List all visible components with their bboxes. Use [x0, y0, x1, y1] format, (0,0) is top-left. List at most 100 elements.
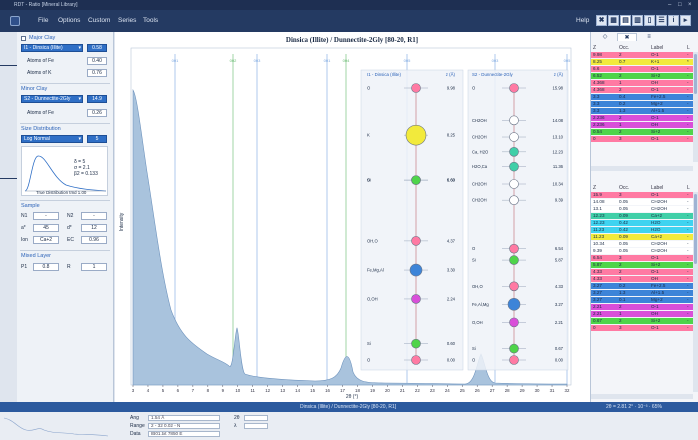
range-field[interactable]: 2 - 32 0.02 - N — [148, 423, 220, 429]
cell-z[interactable]: 0.67 — [593, 318, 602, 324]
scroll-thumb[interactable] — [694, 194, 697, 264]
atom-marker[interactable] — [411, 83, 421, 93]
r-field[interactable]: 1 — [81, 263, 107, 271]
menu-custom[interactable]: Custom — [88, 17, 110, 24]
cell-z[interactable]: 2.21 — [593, 304, 602, 310]
cell-label[interactable]: O-1 — [651, 66, 659, 72]
cell-z[interactable]: 3.27 — [593, 283, 602, 289]
col-z[interactable]: Z — [593, 45, 596, 51]
info-icon[interactable]: i — [668, 15, 679, 26]
atom-marker[interactable] — [509, 161, 519, 172]
atom-marker[interactable] — [509, 317, 519, 328]
cell-label[interactable]: CH2OH — [651, 241, 667, 247]
layout-icon[interactable]: ▥ — [632, 15, 643, 26]
cell-l[interactable]: - — [687, 80, 689, 86]
table-row[interactable]: 15.9 3 O-1 - — [591, 192, 693, 198]
table1-hscrollbar[interactable] — [591, 166, 693, 171]
cell-occ[interactable]: 0.42 — [619, 220, 628, 226]
atom-marker[interactable] — [411, 175, 421, 185]
cell-z[interactable]: 3.27 — [593, 297, 602, 303]
cell-z[interactable]: 2.21 — [593, 311, 602, 317]
cell-occ[interactable]: 3 — [619, 192, 622, 198]
atom-marker[interactable] — [509, 355, 519, 365]
cell-occ[interactable]: 3 — [619, 66, 622, 72]
cell-label[interactable]: Mg+2 — [651, 297, 663, 303]
cell-z[interactable]: 0 — [593, 136, 596, 142]
table-row[interactable]: 2.236 2 O-1 - — [591, 115, 693, 121]
table-row[interactable]: 0.54 2 Si+2 - — [591, 129, 693, 135]
cell-l[interactable]: - — [687, 66, 689, 72]
cell-occ[interactable]: 1.3 — [619, 108, 625, 114]
table-row[interactable]: 4.368 1 OH - — [591, 80, 693, 86]
cell-z[interactable]: 3.3 — [593, 108, 599, 114]
n1-field[interactable]: - — [33, 212, 59, 220]
major-fe-field[interactable]: 0.40 — [87, 57, 107, 65]
cell-occ[interactable]: 1 — [619, 311, 622, 317]
cell-z[interactable]: 2.236 — [593, 115, 605, 121]
grid-view-icon[interactable]: ▦ — [608, 15, 619, 26]
cell-occ[interactable]: 0.1 — [619, 297, 625, 303]
atom-marker[interactable] — [405, 124, 427, 146]
col-l[interactable]: L — [687, 45, 690, 51]
cell-label[interactable]: Fe+2.5 — [651, 283, 665, 289]
atom-marker[interactable] — [509, 83, 519, 93]
size-distribution-select[interactable]: Log Normal ▾ — [21, 135, 83, 143]
cell-l[interactable]: - — [687, 199, 689, 205]
atom-marker[interactable] — [411, 338, 421, 349]
cell-l[interactable]: - — [687, 115, 689, 121]
cell-occ[interactable]: 0.09 — [619, 234, 628, 240]
cell-z[interactable]: 8.25 — [593, 59, 602, 65]
table-row[interactable]: 0 3 O-1 - — [591, 325, 693, 331]
table-row[interactable]: 3.27 1.3 Al+1.5 - — [591, 290, 693, 296]
major-clay-select[interactable]: I1 - Dinsica (Illite) ▾ — [21, 44, 83, 52]
cell-z[interactable]: 5.87 — [593, 262, 602, 268]
cell-z[interactable]: 12.23 — [593, 213, 605, 219]
cell-l[interactable]: - — [687, 87, 689, 93]
major-clay-checkbox[interactable] — [21, 36, 26, 41]
tab-list[interactable]: ≡ — [639, 33, 659, 41]
plot-canvas[interactable]: Dinsica (Illite) / Dunnectite-2Gly [80-2… — [115, 32, 590, 402]
cell-l[interactable]: - — [687, 297, 689, 303]
atom-marker[interactable] — [509, 343, 519, 354]
maximize-icon[interactable]: □ — [678, 2, 684, 8]
cell-l[interactable]: - — [687, 283, 689, 289]
cell-occ[interactable]: 2 — [619, 262, 622, 268]
menu-options[interactable]: Options — [58, 17, 80, 24]
cell-occ[interactable]: 0.2 — [619, 283, 625, 289]
xrd-plot[interactable]: Dinsica (Illite) / Dunnectite-2Gly [80-2… — [115, 32, 590, 402]
cell-label[interactable]: OH — [651, 80, 658, 86]
cell-occ[interactable]: 0.7 — [619, 59, 625, 65]
minimize-icon[interactable]: – — [668, 2, 674, 8]
cell-l[interactable]: - — [687, 276, 689, 282]
cell-z[interactable]: 4.368 — [593, 80, 605, 86]
cell-label[interactable]: Al+1.5 — [651, 290, 664, 296]
table-row[interactable]: 12.23 0.09 Ca+2 - — [591, 213, 693, 219]
table-row[interactable]: 3.27 0.1 Mg+2 - — [591, 297, 693, 303]
size-distribution-value[interactable]: 5 — [87, 135, 107, 143]
table-row[interactable]: 3.3 0.4 Fe+2.5 - — [591, 94, 693, 100]
table-row[interactable]: 14.08 0.05 CH2OH - — [591, 199, 693, 205]
table-row[interactable]: 6.52 2 Si+2 - — [591, 73, 693, 79]
atom-marker[interactable] — [509, 179, 519, 189]
table-row[interactable]: 2.236 1 OH - — [591, 122, 693, 128]
cell-z[interactable]: 3.3 — [593, 101, 599, 107]
col-l[interactable]: L — [687, 185, 690, 191]
two-theta-field[interactable] — [244, 415, 268, 421]
cell-label[interactable]: CH2OH — [651, 248, 667, 254]
cell-occ[interactable]: 1.3 — [619, 290, 625, 296]
table2-hscrollbar[interactable] — [591, 394, 693, 399]
col-occ[interactable]: Occ. — [619, 185, 629, 191]
cell-z[interactable]: 13.1 — [593, 206, 602, 212]
cell-occ[interactable]: 2 — [619, 129, 622, 135]
table-row[interactable]: 9.98 2 O-1 - — [591, 52, 693, 58]
table-row[interactable]: 2.21 1 OH - — [591, 311, 693, 317]
atom-marker[interactable] — [509, 195, 519, 205]
cell-label[interactable]: Ca+2 — [651, 213, 662, 219]
table-row[interactable]: 0 3 O-1 - — [591, 136, 693, 142]
panel-toggle-icon[interactable]: ▤ — [620, 15, 631, 26]
cell-label[interactable]: Si+2 — [651, 318, 660, 324]
cell-label[interactable]: OH — [651, 122, 658, 128]
cell-label[interactable]: Al+1.5 — [651, 108, 664, 114]
cell-label[interactable]: Ca+2 — [651, 234, 662, 240]
cell-label[interactable]: O-1 — [651, 52, 659, 58]
